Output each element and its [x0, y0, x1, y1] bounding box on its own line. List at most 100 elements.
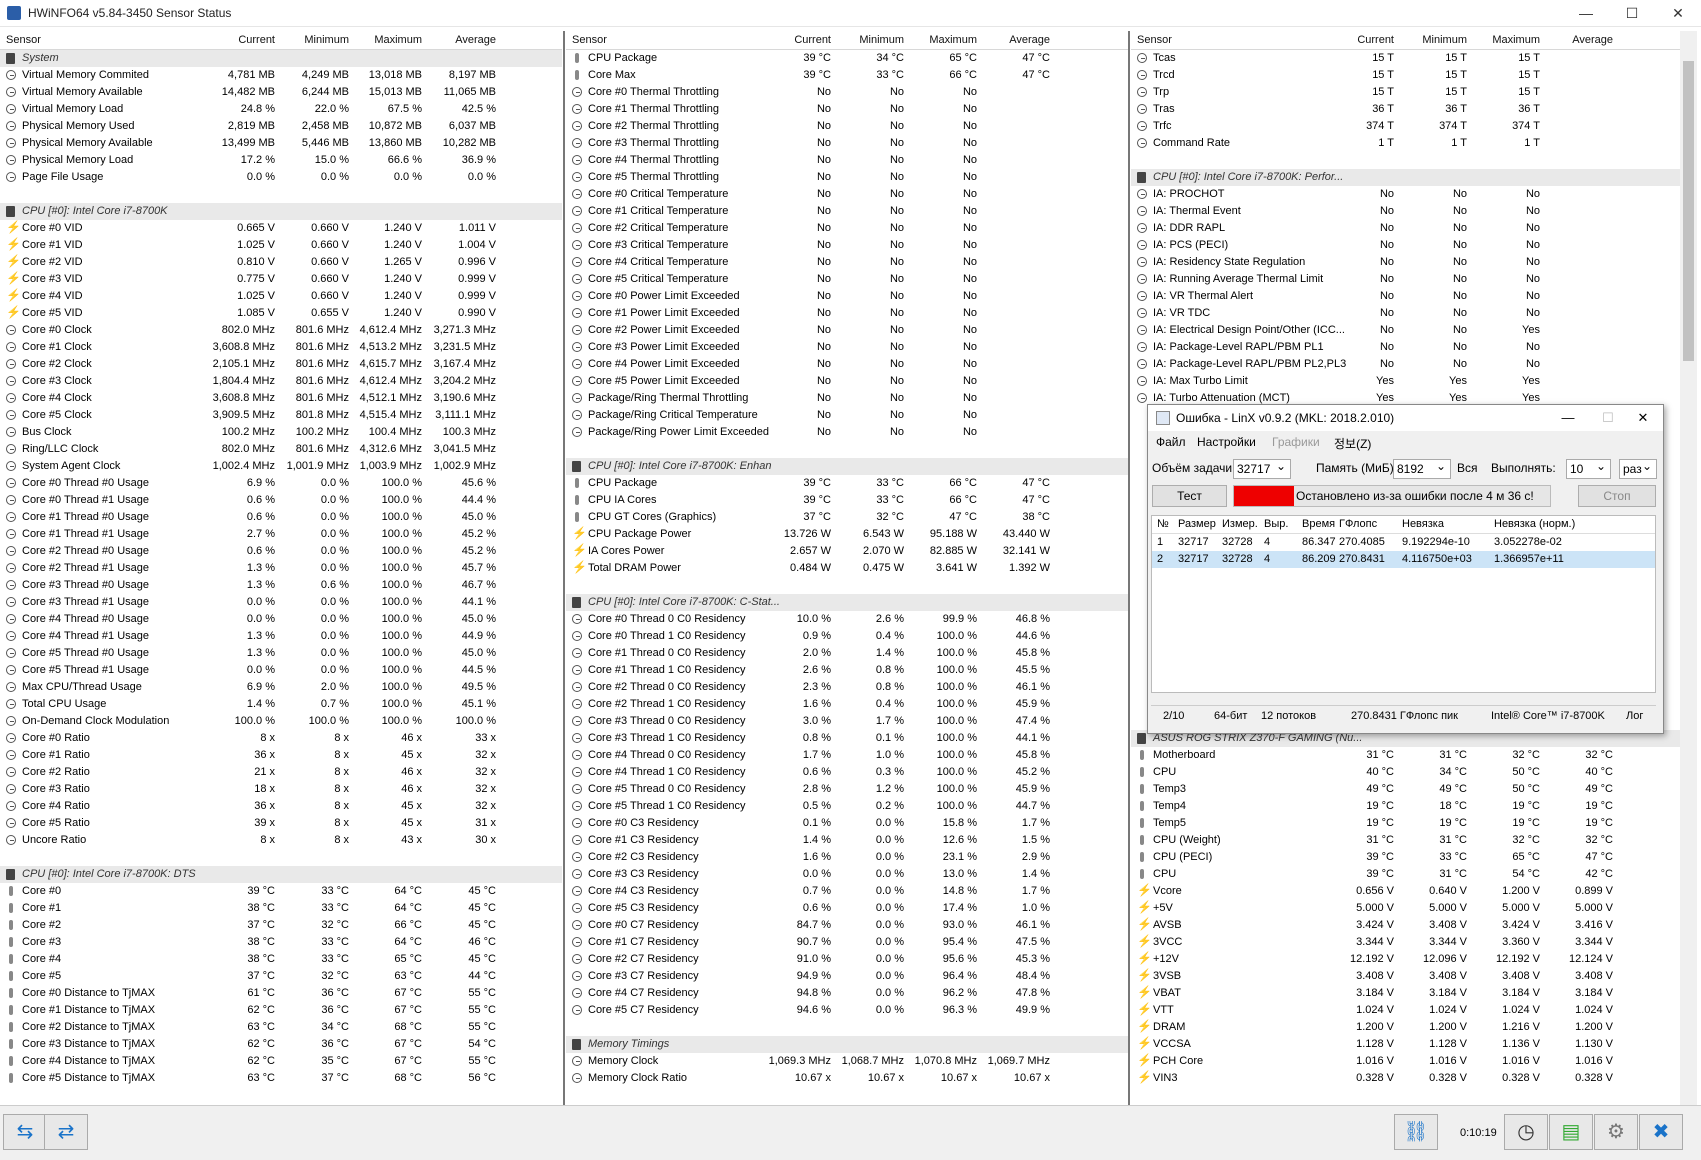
sensor-row[interactable]: Core #2 Thermal Throttling No No No	[566, 118, 1128, 135]
sensor-row[interactable]: Core #0 Ratio 8 x 8 x 46 x 33 x	[0, 730, 562, 747]
sensor-row[interactable]: ⚡ Core #4 VID 1.025 V 0.660 V 1.240 V 0.999 V	[0, 288, 562, 305]
sensor-row[interactable]: Core #3 Thread 1 C0 Residency 0.8 % 0.1 % 1…	[566, 730, 1128, 747]
sensor-row[interactable]: Core #4 Power Limit Exceeded No No No	[566, 356, 1128, 373]
sensor-row[interactable]: CPU IA Cores 39 °C 33 °C 66 °C 47 °C	[566, 492, 1128, 509]
sensor-row[interactable]: CPU (Weight) 31 °C 31 °C 32 °C 32 °C	[1131, 832, 1680, 849]
sensor-row[interactable]: ⚡ PCH Core 1.016 V 1.016 V 1.016 V 1.016 V	[1131, 1053, 1680, 1070]
sensor-row[interactable]: Trp 15 T 15 T 15 T	[1131, 84, 1680, 101]
sensor-row[interactable]: Core #4 C7 Residency 94.8 % 0.0 % 96.2 % 47.…	[566, 985, 1128, 1002]
sensor-row[interactable]: CPU (PECI) 39 °C 33 °C 65 °C 47 °C	[1131, 849, 1680, 866]
sensor-row[interactable]: Core #2 Clock 2,105.1 MHz 801.6 MHz 4,615.7…	[0, 356, 562, 373]
col-average[interactable]: Average	[980, 34, 1050, 46]
sensor-row[interactable]: ⚡ Core #1 VID 1.025 V 0.660 V 1.240 V 1.004 V	[0, 237, 562, 254]
sensor-row[interactable]: ⚡ AVSB 3.424 V 3.408 V 3.424 V 3.416 V	[1131, 917, 1680, 934]
results-column-header[interactable]: №	[1157, 518, 1169, 530]
sensor-row[interactable]: System Agent Clock 1,002.4 MHz 1,001.9 MHz…	[0, 458, 562, 475]
sensor-row[interactable]: ⚡ +12V 12.192 V 12.096 V 12.192 V 12.124 V	[1131, 951, 1680, 968]
sensor-row[interactable]: ⚡ DRAM 1.200 V 1.200 V 1.216 V 1.200 V	[1131, 1019, 1680, 1036]
sensor-row[interactable]: Core #0 C7 Residency 84.7 % 0.0 % 93.0 % 46.…	[566, 917, 1128, 934]
sensor-row[interactable]: Core #3 Clock 1,804.4 MHz 801.6 MHz 4,612.4…	[0, 373, 562, 390]
dialog-maximize-button[interactable]: ☐	[1588, 407, 1628, 429]
sensor-row[interactable]: Core #3 Thermal Throttling No No No	[566, 135, 1128, 152]
sensor-row[interactable]: Trfc 374 T 374 T 374 T	[1131, 118, 1680, 135]
sensor-row[interactable]: Package/Ring Power Limit Exceeded No No No	[566, 424, 1128, 441]
col-sensor[interactable]: Sensor	[1137, 34, 1172, 46]
sensor-row[interactable]: Core #5 Critical Temperature No No No	[566, 271, 1128, 288]
sensor-row[interactable]: Core #0 Thread #1 Usage 0.6 % 0.0 % 100.0 %…	[0, 492, 562, 509]
sensor-group-header[interactable]: CPU [#0]: Intel Core i7-8700K: C-Stat...	[566, 594, 1128, 611]
results-column-header[interactable]: Размер	[1178, 518, 1216, 530]
sensor-row[interactable]: Core #5 C7 Residency 94.6 % 0.0 % 96.3 % 49.…	[566, 1002, 1128, 1019]
sensor-row[interactable]: ⚡ CPU Package Power 13.726 W 6.543 W 95.188 …	[566, 526, 1128, 543]
column-header[interactable]: Sensor Current Minimum Maximum Average	[1131, 31, 1680, 50]
sensor-row[interactable]: Core #1 Clock 3,608.8 MHz 801.6 MHz 4,513.2…	[0, 339, 562, 356]
sensor-row[interactable]: ⚡ Core #0 VID 0.665 V 0.660 V 1.240 V 1.011 V	[0, 220, 562, 237]
sensor-panel-2[interactable]: Sensor Current Minimum Maximum Average CPU Pa…	[566, 31, 1128, 1105]
sensor-row[interactable]: IA: Thermal Event No No No	[1131, 203, 1680, 220]
sensor-row[interactable]: Physical Memory Available 13,499 MB 5,446 …	[0, 135, 562, 152]
sensor-row[interactable]: Core #5 Thread 1 C0 Residency 0.5 % 0.2 % 1…	[566, 798, 1128, 815]
results-column-header[interactable]: Выр.	[1264, 518, 1288, 530]
sensor-row[interactable]: ⚡ Core #5 VID 1.085 V 0.655 V 1.240 V 0.990 V	[0, 305, 562, 322]
sensor-row[interactable]: Package/Ring Critical Temperature No No No	[566, 407, 1128, 424]
results-column-header[interactable]: Время	[1302, 518, 1335, 530]
sensor-row[interactable]: Core #2 C7 Residency 91.0 % 0.0 % 95.6 % 45.…	[566, 951, 1128, 968]
sensor-row[interactable]: Core #0 Clock 802.0 MHz 801.6 MHz 4,612.4 M…	[0, 322, 562, 339]
col-maximum[interactable]: Maximum	[352, 34, 422, 46]
sensor-row[interactable]: Core #1 Thermal Throttling No No No	[566, 101, 1128, 118]
memory-select[interactable]: 8192	[1393, 457, 1451, 479]
sensor-row[interactable]: ⚡ Core #2 VID 0.810 V 0.660 V 1.265 V 0.996 V	[0, 254, 562, 271]
sensor-row[interactable]: Core #4 Ratio 36 x 8 x 45 x 32 x	[0, 798, 562, 815]
sensor-row[interactable]: Core #2 Power Limit Exceeded No No No	[566, 322, 1128, 339]
log-link[interactable]: Лог	[1626, 710, 1643, 722]
sensor-row[interactable]: Core #1 Distance to TjMAX 62 °C 36 °C 67 °C…	[0, 1002, 562, 1019]
sensor-row[interactable]: Core #1 Thread #1 Usage 2.7 % 0.0 % 100.0 %…	[0, 526, 562, 543]
sensor-row[interactable]: Core #1 Power Limit Exceeded No No No	[566, 305, 1128, 322]
sensor-row[interactable]: Core #2 Thread #0 Usage 0.6 % 0.0 % 100.0 %…	[0, 543, 562, 560]
sensor-row[interactable]: Total CPU Usage 1.4 % 0.7 % 100.0 % 45.1 %	[0, 696, 562, 713]
dialog-minimize-button[interactable]: —	[1548, 407, 1588, 429]
sensor-row[interactable]: IA: VR Thermal Alert No No No	[1131, 288, 1680, 305]
sensor-group-header[interactable]: System	[0, 50, 562, 67]
sensor-row[interactable]: Page File Usage 0.0 % 0.0 % 0.0 % 0.0 %	[0, 169, 562, 186]
sensor-row[interactable]: IA: Package-Level RAPL/PBM PL2,PL3 No No No	[1131, 356, 1680, 373]
sensor-row[interactable]: Core #4 Distance to TjMAX 62 °C 35 °C 67 °C…	[0, 1053, 562, 1070]
minimize-button[interactable]: —	[1563, 0, 1609, 26]
results-column-header[interactable]: Измер.	[1222, 518, 1258, 530]
sensor-row[interactable]: Bus Clock 100.2 MHz 100.2 MHz 100.4 MHz 100.…	[0, 424, 562, 441]
sensor-row[interactable]: Memory Clock 1,069.3 MHz 1,068.7 MHz 1,070.…	[566, 1053, 1128, 1070]
sensor-row[interactable]: Max CPU/Thread Usage 6.9 % 2.0 % 100.0 % 49.…	[0, 679, 562, 696]
sensor-row[interactable]: Core #0 Thread 0 C0 Residency 10.0 % 2.6 %…	[566, 611, 1128, 628]
sensor-row[interactable]: Virtual Memory Available 14,482 MB 6,244 M…	[0, 84, 562, 101]
task-size-select[interactable]: 32717	[1233, 457, 1291, 479]
sensor-row[interactable]: Core #2 Thread 0 C0 Residency 2.3 % 0.8 % 1…	[566, 679, 1128, 696]
sensor-row[interactable]: Core #5 Thermal Throttling No No No	[566, 169, 1128, 186]
sensor-row[interactable]: Virtual Memory Load 24.8 % 22.0 % 67.5 % 42.…	[0, 101, 562, 118]
sensor-row[interactable]: Core #1 Thread #0 Usage 0.6 % 0.0 % 100.0 %…	[0, 509, 562, 526]
sensor-row[interactable]: ⚡ VIN3 0.328 V 0.328 V 0.328 V 0.328 V	[1131, 1070, 1680, 1087]
sensor-row[interactable]: ⚡ VBAT 3.184 V 3.184 V 3.184 V 3.184 V	[1131, 985, 1680, 1002]
col-current[interactable]: Current	[1324, 34, 1394, 46]
sensor-row[interactable]: Motherboard 31 °C 31 °C 32 °C 32 °C	[1131, 747, 1680, 764]
sensor-row[interactable]: Core #2 37 °C 32 °C 66 °C 45 °C	[0, 917, 562, 934]
sensor-row[interactable]: Core #5 Thread #1 Usage 0.0 % 0.0 % 100.0 %…	[0, 662, 562, 679]
sensor-row[interactable]: Core #5 Power Limit Exceeded No No No	[566, 373, 1128, 390]
sensor-row[interactable]: ⚡ VCCSA 1.128 V 1.128 V 1.136 V 1.130 V	[1131, 1036, 1680, 1053]
sensor-row[interactable]: ⚡ Vcore 0.656 V 0.640 V 1.200 V 0.899 V	[1131, 883, 1680, 900]
clock-icon[interactable]: ◷	[1504, 1114, 1548, 1150]
sensor-row[interactable]: Core #2 Thread #1 Usage 1.3 % 0.0 % 100.0 %…	[0, 560, 562, 577]
test-button[interactable]: Тест	[1152, 485, 1227, 507]
col-minimum[interactable]: Minimum	[1397, 34, 1467, 46]
results-row[interactable]: 2 32717 32728 4 86.209 270.8431 4.116750e+03 1.…	[1152, 551, 1655, 568]
sensor-row[interactable]: Core #3 Thread #0 Usage 1.3 % 0.6 % 100.0 %…	[0, 577, 562, 594]
sensor-row[interactable]: Core #1 Thread 1 C0 Residency 2.6 % 0.8 % 1…	[566, 662, 1128, 679]
sensor-row[interactable]: Core #0 39 °C 33 °C 64 °C 45 °C	[0, 883, 562, 900]
sensor-row[interactable]: Core #5 C3 Residency 0.6 % 0.0 % 17.4 % 1.0 …	[566, 900, 1128, 917]
sensor-group-header[interactable]: CPU [#0]: Intel Core i7-8700K: Perfor...	[1131, 169, 1680, 186]
sensor-row[interactable]: Core #1 C7 Residency 90.7 % 0.0 % 95.4 % 47.…	[566, 934, 1128, 951]
results-column-header[interactable]: ГФлопс	[1339, 518, 1377, 530]
sensor-row[interactable]: Core #4 Thermal Throttling No No No	[566, 152, 1128, 169]
runs-select[interactable]: 10	[1566, 457, 1611, 479]
sensor-row[interactable]: Physical Memory Load 17.2 % 15.0 % 66.6 % 36…	[0, 152, 562, 169]
sensor-row[interactable]: IA: DDR RAPL No No No	[1131, 220, 1680, 237]
